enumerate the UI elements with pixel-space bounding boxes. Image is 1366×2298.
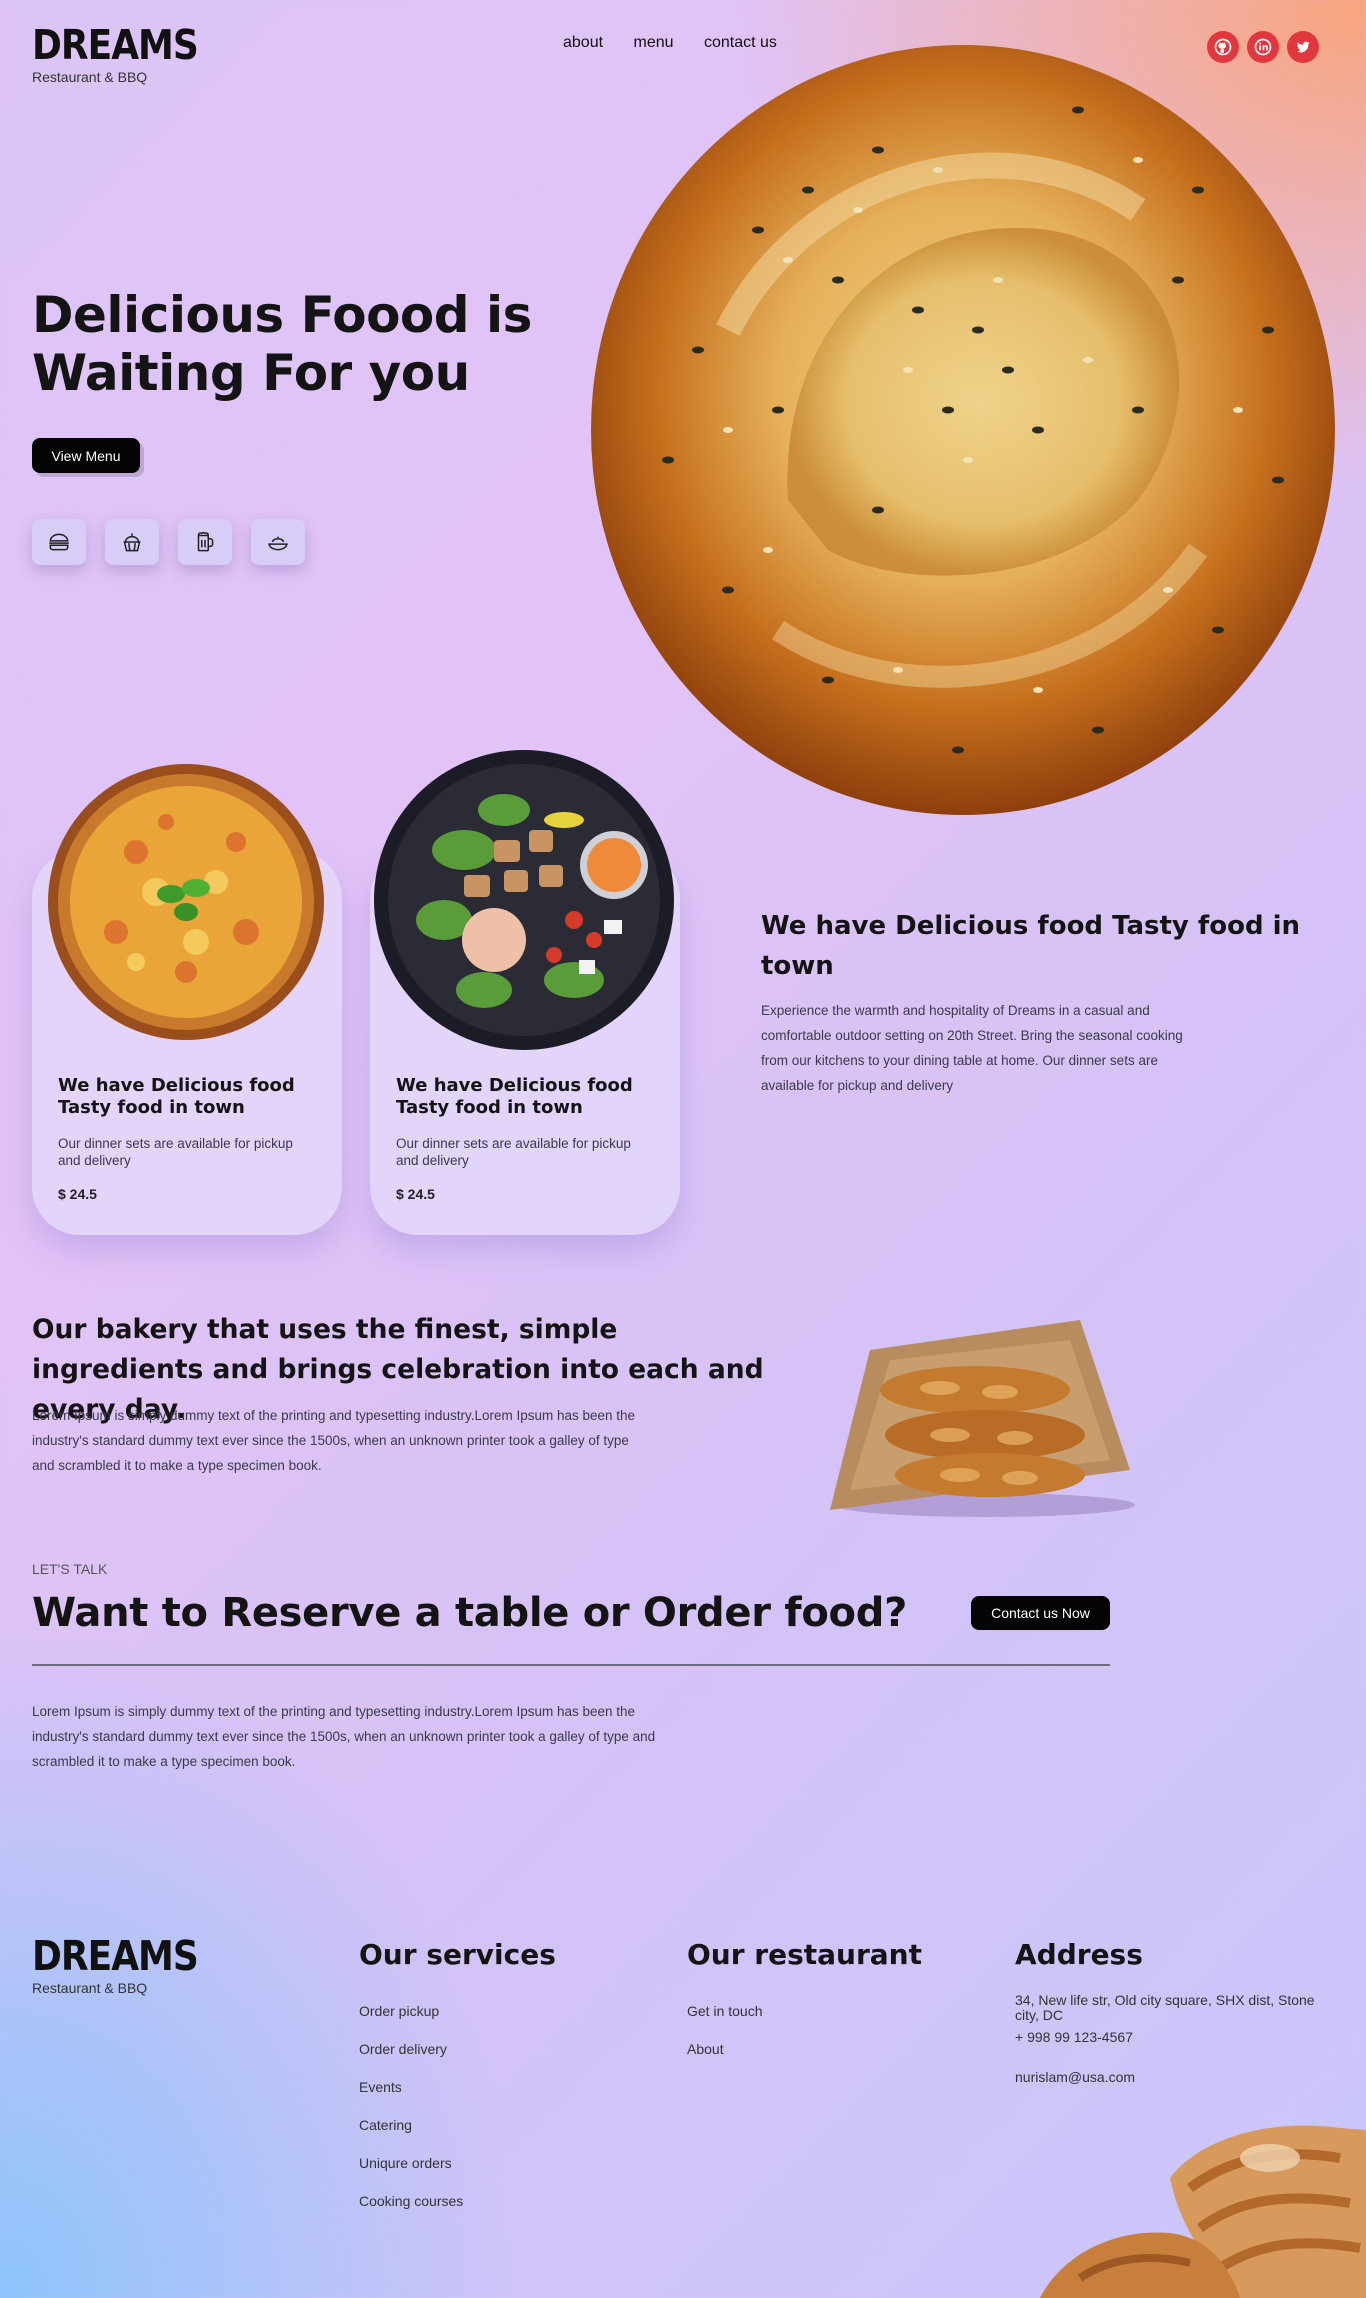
about-text: Experience the warmth and hospitality of… [761,1003,1183,1093]
footer-brand-name: DREAMS [32,1933,199,1981]
reserve-text: Lorem Ipsum is simply dummy text of the … [32,1704,656,1769]
card-price: $ 24.5 [58,1186,97,1202]
address-phone: + 998 99 123-4567 [1015,2029,1133,2045]
salad-image [374,750,674,1055]
footer-logo[interactable]: DREAMS Restaurant & BBQ [32,1933,199,1996]
service-link[interactable]: Order delivery [359,2041,556,2057]
footer-brand-tagline: Restaurant & BBQ [32,1980,148,1996]
hero-title-line1: Delicious Foood is [32,286,532,344]
cupcake-icon[interactable] [105,519,159,565]
card-title: We have Delicious food Tasty food in tow… [396,1075,633,1118]
card-title: We have Delicious food Tasty food in tow… [58,1075,295,1118]
hero-bread-image [578,30,1338,820]
address-email[interactable]: nurislam@usa.com [1015,2069,1335,2085]
category-icons [32,519,305,565]
footer-restaurant: Our restaurant Get in touch About [687,1938,922,2057]
bakery-bag-image [810,1320,1150,1525]
brand-logo[interactable]: DREAMS Restaurant & BBQ [32,22,199,85]
reserve-title: Want to Reserve a table or Order food? [32,1590,907,1636]
service-link[interactable]: Order pickup [359,2003,556,2019]
brand-name: DREAMS [32,22,199,70]
beer-icon[interactable] [178,519,232,565]
footer-services: Our services Order pickup Order delivery… [359,1938,556,2209]
view-menu-button[interactable]: View Menu [32,438,140,473]
food-card-pizza[interactable]: We have Delicious food Tasty food in tow… [32,764,342,1235]
reserve-eyebrow: LET'S TALK [32,1561,108,1577]
address-street: 34, New life str, Old city square, SHX d… [1015,1992,1315,2023]
address-title: Address [1015,1938,1143,1971]
service-link[interactable]: Events [359,2079,556,2095]
dish-icon[interactable] [251,519,305,565]
restaurant-title: Our restaurant [687,1938,922,1971]
about-title: We have Delicious food Tasty food in tow… [761,911,1301,981]
hero-title-line2: Waiting For you [32,344,470,402]
service-link[interactable]: Uniqure orders [359,2155,556,2171]
service-link[interactable]: Catering [359,2117,556,2133]
restaurant-link[interactable]: Get in touch [687,2003,922,2019]
food-card-salad[interactable]: We have Delicious food Tasty food in tow… [370,750,680,1235]
divider [32,1664,1110,1666]
card-desc: Our dinner sets are available for pickup… [396,1136,631,1168]
card-price: $ 24.5 [396,1186,435,1202]
bakery-text: Lorem Ipsum is simply dummy text of the … [32,1408,636,1473]
footer-address: Address 34, New life str, Old city squar… [1015,1938,1335,2085]
card-desc: Our dinner sets are available for pickup… [58,1136,293,1168]
services-title: Our services [359,1938,556,1971]
brand-tagline: Restaurant & BBQ [32,69,148,85]
service-link[interactable]: Cooking courses [359,2193,556,2209]
croissant-image [1040,2118,1366,2298]
contact-us-button[interactable]: Contact us Now [971,1596,1110,1630]
hero-title: Delicious Foood is Waiting For you [32,286,592,402]
restaurant-link[interactable]: About [687,2041,922,2057]
pizza-image [46,762,326,1047]
burger-icon[interactable] [32,519,86,565]
